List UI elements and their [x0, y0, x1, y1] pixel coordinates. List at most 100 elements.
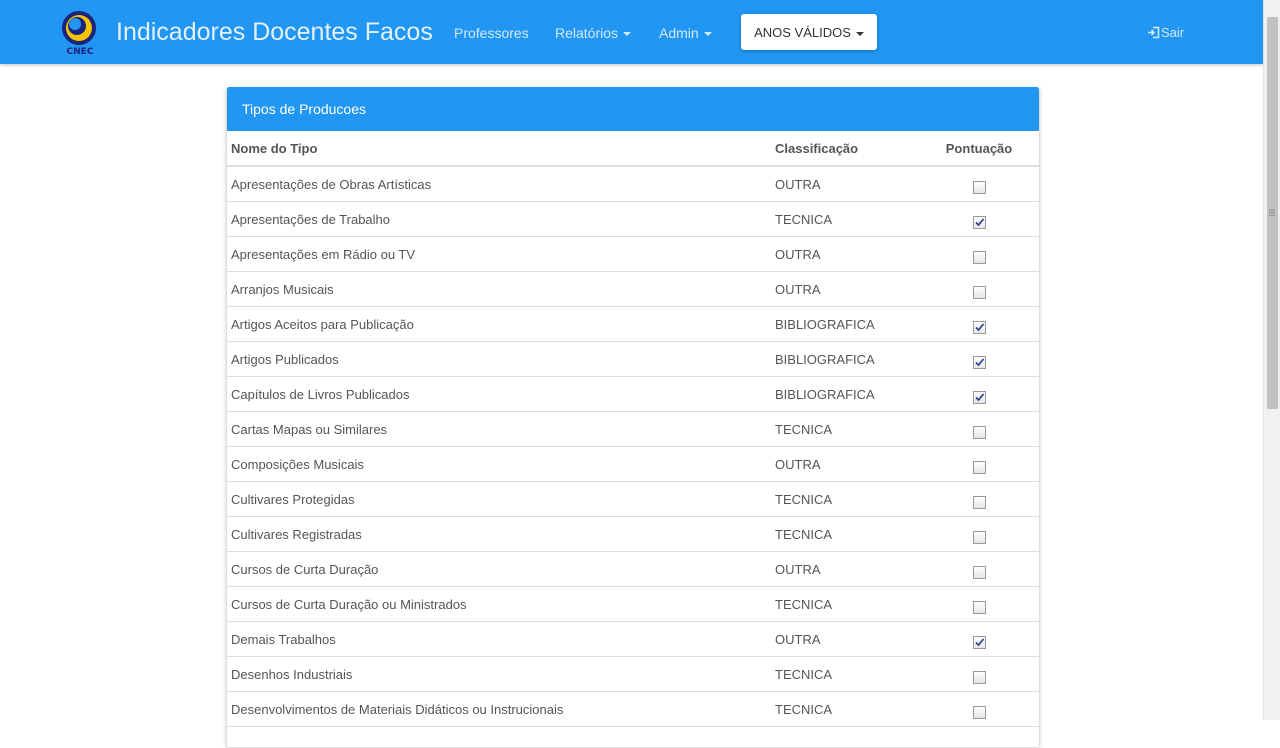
- table-row: Desenhos Industriais TECNICA: [227, 656, 1039, 692]
- cell-type-name: Apresentações de Obras Artísticas: [227, 166, 771, 202]
- column-header-name[interactable]: Nome do Tipo: [227, 131, 771, 167]
- anos-validos-button[interactable]: ANOS VÁLIDOS: [741, 14, 877, 50]
- cell-type-name: Artigos Publicados: [227, 341, 771, 377]
- cell-type-name: Capítulos de Livros Publicados: [227, 376, 771, 412]
- score-checkbox[interactable]: [972, 285, 986, 299]
- cell-type-name: Cursos de Curta Duração: [227, 551, 771, 587]
- table-body: Apresentações de Obras Artísticas OUTRA Ap…: [227, 166, 1039, 727]
- top-navbar: CNEC Indicadores Docentes Facos Professo…: [0, 0, 1263, 64]
- cell-type-name: Apresentações de Trabalho: [227, 201, 771, 237]
- cell-type-name: Cartas Mapas ou Similares: [227, 411, 771, 447]
- score-checkbox[interactable]: [972, 600, 986, 614]
- table-row: Apresentações de Trabalho TECNICA: [227, 201, 1039, 237]
- logout-link[interactable]: Sair: [1147, 25, 1184, 40]
- score-checkbox[interactable]: [972, 565, 986, 579]
- cell-classification: OUTRA: [771, 236, 919, 272]
- cell-score: [919, 446, 1039, 482]
- cell-classification: OUTRA: [771, 166, 919, 202]
- score-checkbox[interactable]: [972, 180, 986, 194]
- table-row: Composições Musicais OUTRA: [227, 446, 1039, 482]
- caret-down-icon: [703, 32, 712, 37]
- cell-type-name: Desenvolvimentos de Materiais Didáticos …: [227, 691, 771, 727]
- table-row: Artigos Aceitos para Publicação BIBLIOGRA…: [227, 306, 1039, 342]
- cell-score: [919, 656, 1039, 692]
- cell-score: [919, 341, 1039, 377]
- score-checkbox[interactable]: [972, 635, 986, 649]
- table-row: Apresentações em Rádio ou TV OUTRA: [227, 236, 1039, 272]
- table-row: Cultivares Registradas TECNICA: [227, 516, 1039, 552]
- panel-title: Tipos de Producoes: [227, 87, 1039, 131]
- cell-classification: TECNICA: [771, 411, 919, 447]
- score-checkbox[interactable]: [972, 320, 986, 334]
- score-checkbox[interactable]: [972, 425, 986, 439]
- logout-label: Sair: [1161, 25, 1185, 40]
- nav-admin-label: Admin: [659, 25, 699, 41]
- check-icon: [974, 217, 984, 226]
- cell-score: [919, 621, 1039, 657]
- cell-score: [919, 376, 1039, 412]
- table-row: Cultivares Protegidas TECNICA: [227, 481, 1039, 517]
- cell-type-name: Desenhos Industriais: [227, 656, 771, 692]
- table-row: Cursos de Curta Duração OUTRA: [227, 551, 1039, 587]
- cell-type-name: Arranjos Musicais: [227, 271, 771, 307]
- cell-score: [919, 516, 1039, 552]
- score-checkbox[interactable]: [972, 250, 986, 264]
- cell-score: [919, 586, 1039, 622]
- cell-score: [919, 166, 1039, 202]
- nav-admin-dropdown[interactable]: Admin: [659, 25, 712, 41]
- nav-relatorios-dropdown[interactable]: Relatórios: [555, 25, 632, 41]
- table-row: Desenvolvimentos de Materiais Didáticos …: [227, 691, 1039, 727]
- production-types-table: Nome do Tipo Classificação Pontuação Apr…: [227, 131, 1039, 727]
- cell-classification: TECNICA: [771, 691, 919, 727]
- grip-icon: [1269, 209, 1275, 216]
- table-row: Capítulos de Livros Publicados BIBLIOGRAF…: [227, 376, 1039, 412]
- score-checkbox[interactable]: [972, 705, 986, 719]
- table-row: Artigos Publicados BIBLIOGRAFICA: [227, 341, 1039, 377]
- cell-classification: TECNICA: [771, 516, 919, 552]
- cell-classification: BIBLIOGRAFICA: [771, 376, 919, 412]
- cell-classification: OUTRA: [771, 551, 919, 587]
- cnec-logo[interactable]: CNEC: [58, 8, 102, 56]
- nav-professores-label: Professores: [454, 25, 529, 41]
- sign-out-icon: [1148, 26, 1160, 39]
- cell-classification: TECNICA: [771, 481, 919, 517]
- cell-type-name: Cursos de Curta Duração ou Ministrados: [227, 586, 771, 622]
- cell-classification: OUTRA: [771, 621, 919, 657]
- nav-relatorios-label: Relatórios: [555, 25, 619, 41]
- score-checkbox[interactable]: [972, 495, 986, 509]
- caret-down-icon: [623, 32, 632, 37]
- check-icon: [974, 637, 984, 646]
- page-scrollbar[interactable]: [1263, 0, 1280, 720]
- cell-score: [919, 691, 1039, 727]
- cell-classification: BIBLIOGRAFICA: [771, 341, 919, 377]
- production-types-panel: Tipos de Producoes Nome do Tipo Classifi…: [226, 87, 1040, 748]
- svg-text:CNEC: CNEC: [67, 47, 94, 56]
- cell-classification: OUTRA: [771, 271, 919, 307]
- score-checkbox[interactable]: [972, 670, 986, 684]
- cell-type-name: Cultivares Registradas: [227, 516, 771, 552]
- nav-professores[interactable]: Professores: [454, 25, 529, 41]
- caret-down-icon: [855, 31, 864, 36]
- column-header-score[interactable]: Pontuação: [919, 131, 1039, 167]
- cell-score: [919, 306, 1039, 342]
- app-title[interactable]: Indicadores Docentes Facos: [116, 18, 433, 47]
- score-checkbox[interactable]: [972, 530, 986, 544]
- score-checkbox[interactable]: [972, 355, 986, 369]
- cell-classification: OUTRA: [771, 446, 919, 482]
- cell-type-name: Artigos Aceitos para Publicação: [227, 306, 771, 342]
- check-icon: [974, 392, 984, 401]
- table-row: Demais Trabalhos OUTRA: [227, 621, 1039, 657]
- score-checkbox[interactable]: [972, 390, 986, 404]
- anos-validos-label: ANOS VÁLIDOS: [754, 25, 851, 40]
- table-row: Apresentações de Obras Artísticas OUTRA: [227, 166, 1039, 202]
- cell-classification: TECNICA: [771, 586, 919, 622]
- cell-type-name: Demais Trabalhos: [227, 621, 771, 657]
- cell-score: [919, 411, 1039, 447]
- check-icon: [974, 322, 984, 331]
- check-icon: [974, 357, 984, 366]
- cell-classification: TECNICA: [771, 656, 919, 692]
- column-header-classification[interactable]: Classificação: [771, 131, 919, 167]
- score-checkbox[interactable]: [972, 460, 986, 474]
- cell-type-name: Cultivares Protegidas: [227, 481, 771, 517]
- score-checkbox[interactable]: [972, 215, 986, 229]
